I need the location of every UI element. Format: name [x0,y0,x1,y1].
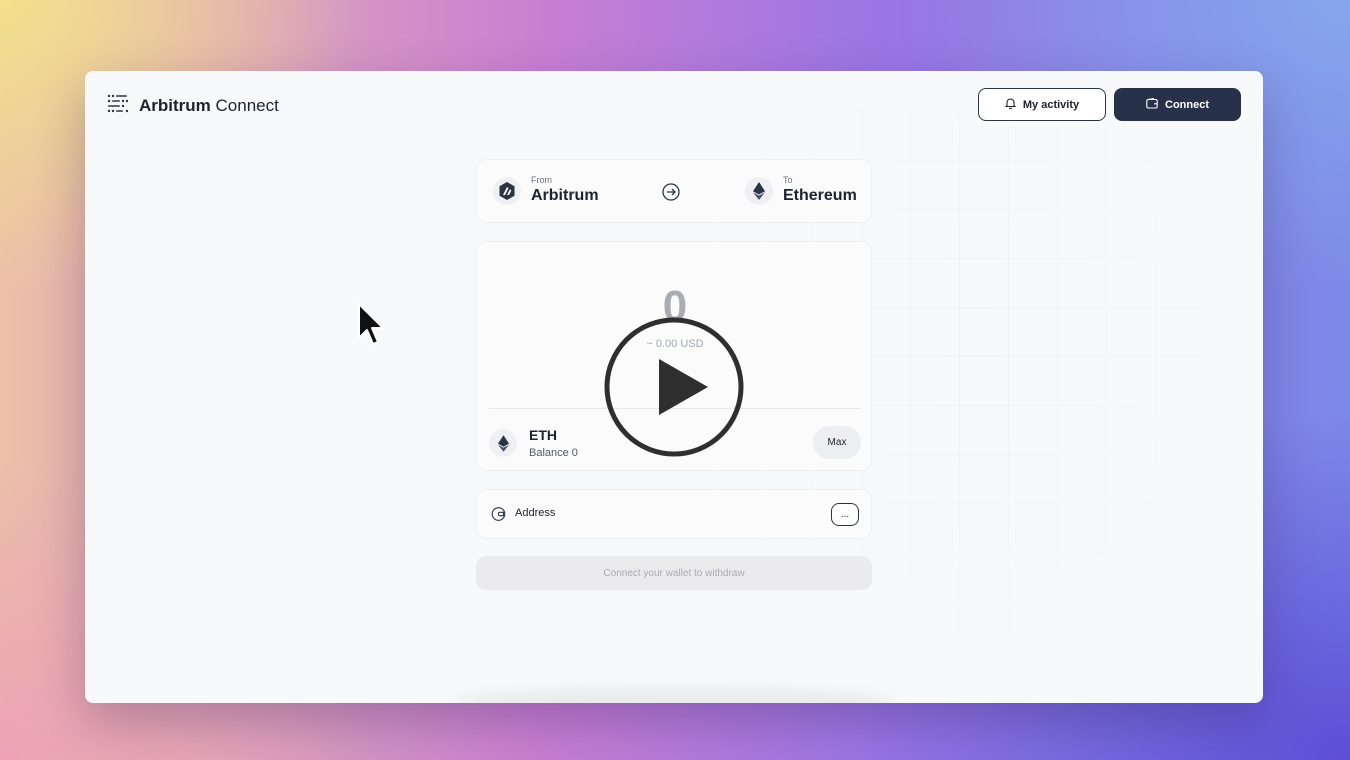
to-chain-name: Ethereum [783,187,857,204]
bottom-shadow [455,686,895,703]
swap-direction-button[interactable] [662,183,680,206]
route-card: From Arbitrum To Ethereum [476,159,872,223]
token-balance: Balance 0 [529,447,578,459]
address-label: Address [515,507,556,519]
arbitrum-icon [493,176,521,205]
from-chain-selector[interactable]: From Arbitrum [493,175,599,206]
ethereum-icon [745,176,773,205]
address-options-button[interactable]: ... [831,503,859,526]
connect-wallet-button[interactable]: Connect [1114,88,1241,121]
my-activity-label: My activity [1022,98,1080,111]
wallet-icon [1146,97,1158,112]
bell-icon [1004,97,1017,112]
address-card[interactable]: Address ... [476,489,872,539]
my-activity-button[interactable]: My activity [978,88,1106,121]
arbitrum-connect-logo-icon [107,93,129,118]
mouse-cursor-icon [357,302,385,351]
connect-label: Connect [1165,98,1209,111]
to-chain-selector[interactable]: To Ethereum [745,175,857,206]
from-label: From [531,175,552,185]
token-symbol: ETH [529,427,557,443]
from-chain-name: Arbitrum [531,187,599,204]
withdraw-button[interactable]: Connect your wallet to withdraw [476,556,872,590]
to-label: To [783,175,793,185]
wallet-outline-icon [491,507,506,526]
video-play-button[interactable] [604,317,744,457]
max-button[interactable]: Max [813,426,861,459]
eth-token-icon [489,429,517,457]
app-title: Arbitrum Connect [139,95,279,115]
arrow-right-icon [662,183,680,205]
play-icon [604,317,744,461]
app-logo[interactable]: Arbitrum Connect [107,93,279,118]
